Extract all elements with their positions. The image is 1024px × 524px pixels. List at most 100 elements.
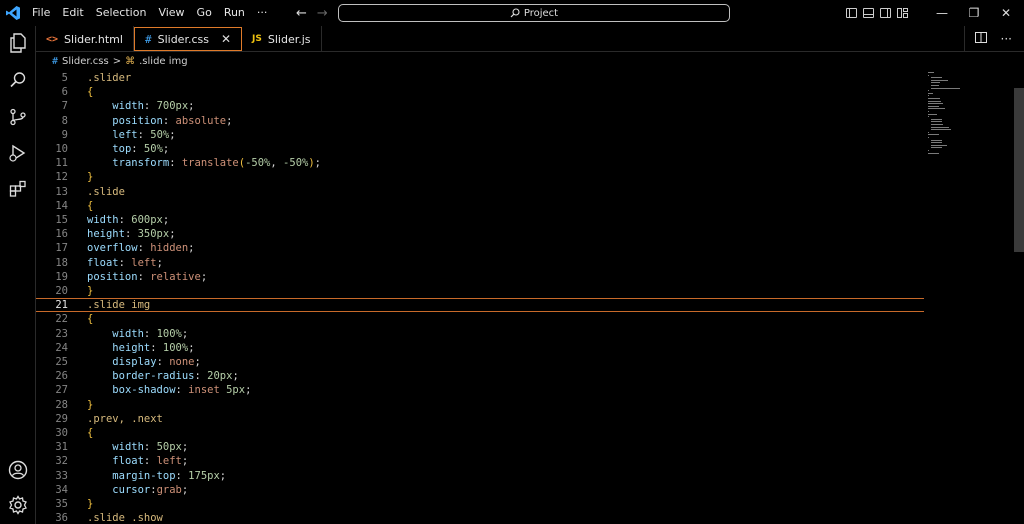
code-line[interactable]: 7 width: 700px; (36, 99, 924, 113)
code-line[interactable]: 5 .slider (36, 71, 924, 85)
settings-gear-icon[interactable] (7, 494, 29, 516)
minimap-line (930, 85, 939, 86)
code-line[interactable]: 28} (36, 398, 924, 412)
code-text: border-radius: 20px; (112, 370, 239, 383)
command-center-search[interactable]: Project (338, 4, 730, 22)
symbol-icon: ⌘ (125, 55, 136, 67)
code-line[interactable]: 35} (36, 497, 924, 511)
menu-edit[interactable]: Edit (56, 0, 89, 26)
minimize-button[interactable]: — (926, 6, 958, 20)
back-arrow-icon[interactable]: ← (296, 6, 307, 21)
line-number: 33 (55, 469, 68, 482)
close-window-button[interactable]: ✕ (990, 6, 1022, 20)
tab-slider-css[interactable]: # Slider.css ✕ (133, 27, 243, 51)
code-line[interactable]: 13 .slide (36, 185, 924, 199)
code-line[interactable]: 23 width: 100%; (36, 327, 924, 341)
minimap-line (928, 131, 929, 133)
forward-arrow-icon[interactable]: → (317, 6, 328, 21)
code-line[interactable]: 6{ (36, 85, 924, 99)
run-debug-icon[interactable] (7, 142, 29, 164)
code-text: { (87, 86, 94, 99)
split-editor-icon[interactable] (974, 32, 987, 46)
title-bar: File Edit Selection View Go Run ··· ← → … (0, 0, 1024, 26)
menu-view[interactable]: View (152, 0, 190, 26)
line-number: 27 (55, 384, 68, 397)
code-line[interactable]: 30 { (36, 426, 924, 440)
minimap-line (928, 95, 929, 97)
line-number: 36 (55, 512, 68, 524)
menu-file[interactable]: File (26, 0, 56, 26)
code-line[interactable]: 17 overflow: hidden; (36, 241, 924, 255)
menu-selection[interactable]: Selection (90, 0, 153, 26)
line-number: 20 (55, 285, 68, 298)
search-label: Project (523, 7, 559, 19)
code-line[interactable]: 33 margin-top: 175px; (36, 469, 924, 483)
code-line[interactable]: 22 { (36, 312, 924, 326)
code-line[interactable]: 25 display: none; (36, 355, 924, 369)
search-sidebar-icon[interactable] (7, 69, 29, 91)
accounts-icon[interactable] (7, 459, 29, 481)
code-line[interactable]: 10 top: 50%; (36, 142, 924, 156)
toggle-secondary-sidebar-icon[interactable] (880, 8, 891, 18)
editor-tabs: <> Slider.html # Slider.css ✕ JS Slider.… (36, 26, 1024, 52)
tab-slider-html[interactable]: <> Slider.html (36, 26, 134, 52)
code-text: box-shadow: inset 5px; (112, 384, 252, 397)
toggle-primary-sidebar-icon[interactable] (846, 8, 857, 18)
source-control-icon[interactable] (7, 106, 29, 128)
vertical-scrollbar[interactable] (1014, 88, 1024, 252)
code-text: transform: translate(-50%, -50%); (112, 157, 321, 170)
code-line[interactable]: 9 left: 50%; (36, 128, 924, 142)
code-line[interactable]: 32 float: left; (36, 454, 924, 468)
code-text: } (87, 285, 94, 298)
code-line[interactable]: 24 height: 100%; (36, 341, 924, 355)
code-line[interactable]: 26 border-radius: 20px; (36, 369, 924, 383)
html-file-icon: <> (46, 33, 59, 45)
breadcrumb-symbol[interactable]: .slide img (139, 56, 188, 67)
line-number: 10 (55, 143, 68, 156)
minimap[interactable] (928, 72, 998, 162)
code-line[interactable]: 19 position: relative; (36, 270, 924, 284)
line-number: 8 (61, 114, 68, 127)
code-line[interactable]: 36 .slide .show (36, 511, 924, 524)
tab-slider-js[interactable]: JS Slider.js (242, 26, 322, 52)
explorer-icon[interactable] (7, 32, 29, 54)
menu-run[interactable]: Run (218, 0, 251, 26)
code-line[interactable]: 20} (36, 284, 924, 298)
code-line[interactable]: 16 height: 350px; (36, 227, 924, 241)
code-line[interactable]: 15 width: 600px; (36, 213, 924, 227)
code-text: width: 700px; (112, 100, 195, 113)
code-line[interactable]: 12} (36, 170, 924, 184)
more-actions-icon[interactable]: ··· (1001, 32, 1012, 46)
code-line[interactable]: 8 position: absolute; (36, 114, 924, 128)
breadcrumb: # Slider.css > ⌘ .slide img (36, 53, 1024, 69)
code-text: width: 50px; (112, 441, 189, 454)
line-number: 22 (55, 313, 68, 326)
line-number: 25 (55, 356, 68, 369)
menu-go[interactable]: Go (191, 0, 218, 26)
code-text: .slider (87, 72, 132, 85)
toggle-panel-icon[interactable] (863, 8, 874, 18)
code-line[interactable]: 27 box-shadow: inset 5px; (36, 383, 924, 397)
code-line[interactable]: 31 width: 50px; (36, 440, 924, 454)
code-line[interactable]: 21 .slide img (36, 298, 924, 313)
extensions-icon[interactable] (7, 178, 29, 200)
css-file-icon: # (144, 32, 152, 46)
code-line[interactable]: 34 cursor:grab; (36, 483, 924, 497)
code-text: overflow: hidden; (87, 242, 195, 255)
minimap-line (928, 72, 935, 73)
line-number: 13 (55, 185, 68, 198)
code-line[interactable]: 18 float: left; (36, 256, 924, 270)
customize-layout-icon[interactable] (897, 8, 908, 18)
code-line[interactable]: 29 .prev, .next (36, 412, 924, 426)
breadcrumb-file[interactable]: Slider.css (62, 56, 109, 67)
code-line[interactable]: 14 { (36, 199, 924, 213)
code-line[interactable]: 11 transform: translate(-50%, -50%); (36, 156, 924, 170)
minimap-line (928, 116, 929, 118)
menu-more[interactable]: ··· (251, 0, 274, 26)
line-number: 30 (55, 427, 68, 440)
css-file-icon: # (52, 55, 59, 67)
close-tab-icon[interactable]: ✕ (221, 32, 231, 46)
code-text: width: 100%; (112, 327, 189, 340)
restore-button[interactable]: ❐ (958, 6, 990, 20)
code-editor[interactable]: 5 .slider 6{7 width: 700px; 8 position: abs… (36, 70, 1024, 524)
